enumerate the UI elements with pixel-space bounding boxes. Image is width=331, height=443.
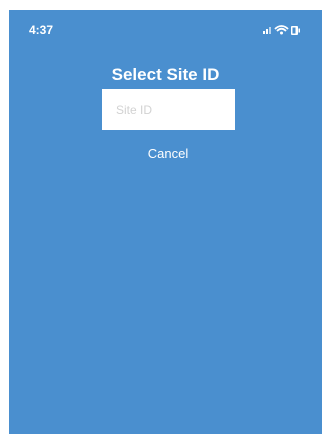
status-time: 4:37 (29, 23, 54, 37)
screen: 4:37 Select Site ID Site ID Cancel (0, 0, 331, 443)
status-bar: 4:37 (9, 10, 322, 38)
app-background: 4:37 Select Site ID Site ID Cancel (9, 10, 322, 434)
dialog-title: Select Site ID (111, 65, 220, 84)
site-id-input[interactable] (102, 89, 235, 130)
signal-icon (263, 27, 271, 34)
status-icons-graphic (263, 25, 300, 35)
battery-icon (291, 26, 300, 35)
status-icons (262, 23, 302, 37)
wifi-icon (274, 25, 289, 35)
cancel-button[interactable]: Cancel (129, 143, 207, 163)
